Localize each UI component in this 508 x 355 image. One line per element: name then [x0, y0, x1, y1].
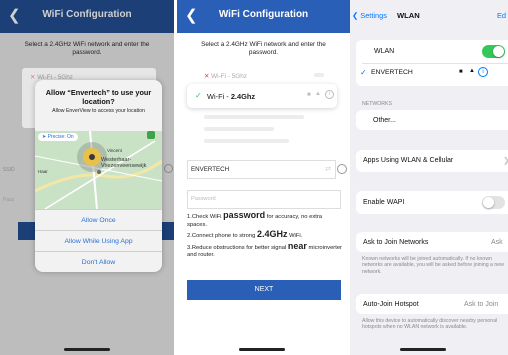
network-24-band: 2.4Ghz: [230, 92, 256, 101]
screen-wifi-config-permission: ❮ WiFi Configuration Select a 2.4GHz WiF…: [0, 0, 174, 355]
map-label-haar: Haar: [38, 169, 48, 174]
password-field[interactable]: Password: [187, 190, 341, 209]
check-icon: ✓: [195, 91, 202, 100]
network-24-label: Wi-Fi - 2.4Ghz: [207, 92, 255, 101]
hotspot-label: Auto-Join Hotspot: [363, 301, 419, 308]
apps-using-wlan-row[interactable]: Apps Using WLAN & Cellular ❯: [356, 150, 508, 172]
selected-network-card[interactable]: ✓ Wi-Fi - 2.4Ghz ■ ▲ i: [187, 84, 337, 108]
dont-allow-button[interactable]: Don't Allow: [35, 251, 162, 272]
header-bar: ❮ WiFi Configuration: [177, 0, 350, 33]
tip-emphasis: 2.4GHz: [256, 229, 288, 239]
lock-icon: ■: [459, 69, 463, 75]
tip-item: 3.Reduce obstructions for better signal …: [187, 240, 343, 260]
toggle-knob: [493, 46, 504, 57]
connected-network[interactable]: ENVERTECH: [371, 69, 413, 76]
other-network-row[interactable]: Other...: [356, 110, 508, 130]
edit-link[interactable]: Ed: [497, 11, 506, 20]
map-label-westerhaar: Westerhaar-Vriezenveensewijk: [101, 157, 147, 169]
page-title: WiFi Configuration: [218, 9, 309, 20]
tip-text: 1.Check WiFi: [187, 214, 224, 220]
ask-description: Known networks will be joined automatica…: [362, 256, 504, 275]
check-icon: ✓: [360, 68, 367, 77]
wapi-label: Enable WAPI: [363, 199, 405, 206]
ssid-value: ENVERTECH: [191, 166, 230, 173]
precise-label: Precise: On: [47, 134, 74, 140]
lock-icon: ■: [307, 92, 311, 98]
placeholder-bar: [204, 115, 304, 119]
wlan-card: WLAN ✓ ENVERTECH ■ ▲ i: [356, 40, 508, 86]
settings-back-link[interactable]: ❮ Settings: [352, 11, 387, 20]
hotspot-value: Ask to Join: [464, 301, 499, 308]
tip-emphasis: password: [223, 210, 266, 220]
divider: [362, 63, 508, 64]
map-graphic: [35, 131, 162, 209]
ask-to-join-row[interactable]: Ask to Join Networks Ask ❯: [356, 232, 508, 252]
wapi-toggle[interactable]: [482, 196, 505, 209]
location-permission-dialog: Allow “Envertech” to use your location? …: [35, 80, 162, 272]
map-label-vincent: Vincent: [107, 148, 122, 153]
dialog-title: Allow “Envertech” to use your location?: [45, 88, 152, 106]
instruction-text: Select a 2.4GHz WiFi network and enter t…: [24, 41, 150, 56]
wifi-icon: ▲: [315, 91, 321, 97]
hotspot-description: Allow this device to automatically disco…: [362, 318, 498, 331]
network-5g-label: Wi-Fi - 5Ghz: [211, 73, 247, 80]
ssid-field[interactable]: ENVERTECH ⇄: [187, 160, 336, 179]
back-label: Settings: [360, 11, 387, 20]
location-arrow-icon: ➤: [42, 134, 47, 140]
allow-once-button[interactable]: Allow Once: [35, 209, 162, 230]
info-icon[interactable]: i: [478, 67, 488, 77]
password-placeholder: Password: [191, 196, 216, 202]
page-title: WiFi Configuration: [42, 9, 132, 20]
info-icon[interactable]: i: [325, 90, 334, 99]
dialog-subtitle: Allow EnverView to access your location: [52, 108, 145, 114]
wlan-label: WLAN: [374, 48, 395, 55]
tip-item: 2.Connect phone to strong 2.4GHz WiFi.: [187, 229, 343, 241]
tip-text: WiFi.: [287, 233, 303, 239]
eye-toggle-icon[interactable]: [337, 164, 347, 174]
swap-icon[interactable]: ⇄: [325, 165, 331, 173]
enable-wapi-row: Enable WAPI: [356, 191, 508, 214]
placeholder-bar: [204, 127, 274, 131]
next-button[interactable]: NEXT: [187, 280, 341, 300]
ask-label: Ask to Join Networks: [363, 239, 429, 246]
placeholder-bar: [314, 73, 324, 77]
home-indicator: [400, 348, 446, 351]
chevron-right-icon: ❯: [503, 156, 508, 165]
wifi-icon: ▲: [469, 68, 475, 74]
placeholder-bar: [204, 139, 289, 143]
location-map: ➤ Precise: On Vincent Westerhaar-Vriezen…: [35, 131, 162, 209]
tip-emphasis: near: [287, 240, 307, 251]
x-icon: ✕: [30, 74, 36, 81]
networks-header: NETWORKS: [362, 101, 392, 107]
tip-item: 1.Check WiFi password for accuracy, no e…: [187, 210, 343, 229]
network-5g-row[interactable]: ✕ Wi-Fi - 5Ghz: [204, 72, 247, 80]
network-24-prefix: Wi-Fi -: [207, 92, 231, 101]
ssid-prefix: SSID: [3, 167, 15, 173]
page-title: WLAN: [397, 11, 420, 20]
x-icon: ✕: [204, 73, 210, 80]
tips-list: 1.Check WiFi password for accuracy, no e…: [187, 210, 343, 260]
precise-toggle[interactable]: ➤ Precise: On: [38, 133, 78, 141]
eye-toggle-icon[interactable]: [164, 164, 173, 173]
apps-label: Apps Using WLAN & Cellular: [363, 157, 454, 164]
home-indicator: [64, 348, 110, 351]
screen-wifi-config: ❮ WiFi Configuration Select a 2.4GHz WiF…: [177, 0, 350, 355]
back-chevron-icon: ❮: [352, 11, 359, 20]
password-prefix: Pass: [3, 197, 15, 203]
auto-join-hotspot-row[interactable]: Auto-Join Hotspot Ask to Join ❯: [356, 294, 508, 314]
other-label: Other...: [373, 117, 396, 124]
home-indicator: [239, 348, 285, 351]
header-bar: ❮ WiFi Configuration: [0, 0, 174, 33]
wlan-toggle[interactable]: [482, 45, 505, 58]
tip-text: 3.Reduce obstructions for better signal: [187, 244, 288, 251]
toggle-knob: [483, 197, 494, 208]
allow-while-using-button[interactable]: Allow While Using App: [35, 230, 162, 251]
ask-value: Ask: [491, 239, 503, 246]
screen-ios-wlan-settings: ❮ Settings WLAN Ed WLAN ✓ ENVERTECH ■ ▲ …: [350, 0, 508, 355]
tip-text: 2.Connect phone to strong: [187, 233, 257, 239]
instruction-text: Select a 2.4GHz WiFi network and enter t…: [201, 41, 326, 56]
